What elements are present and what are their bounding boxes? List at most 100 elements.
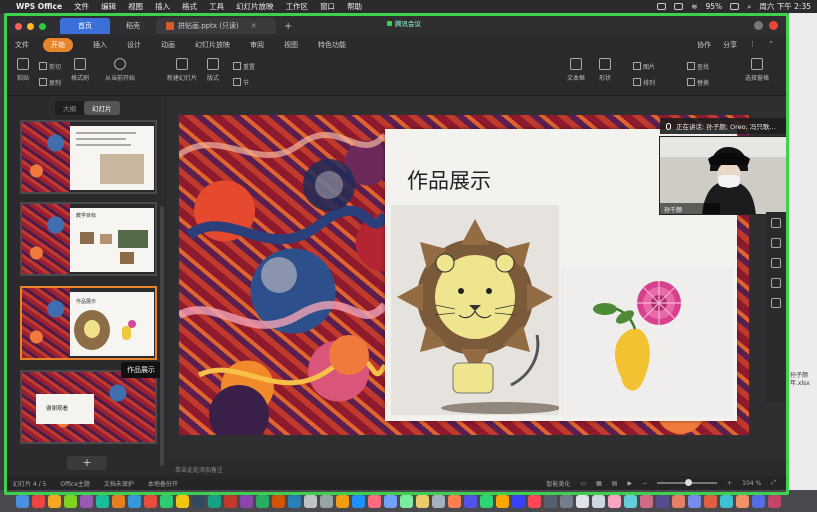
slide-thumbnail-4[interactable]: 4 谢谢观看 — [20, 370, 157, 444]
notes-pane[interactable]: 单击此处添加备注 — [167, 461, 786, 476]
play-slideshow-icon[interactable]: ▶ — [627, 480, 632, 487]
close-window-button[interactable] — [15, 22, 22, 30]
dock-bilibili-icon[interactable] — [672, 494, 685, 508]
meeting-icon[interactable] — [674, 3, 684, 10]
dock-taobao-icon[interactable] — [640, 494, 653, 508]
zoom-slider-handle[interactable] — [685, 479, 693, 486]
wifi-icon[interactable]: ≋ — [691, 2, 697, 11]
slide-title[interactable]: 作品展示 — [407, 165, 491, 195]
dock-podcasts-icon[interactable] — [224, 494, 237, 508]
collapse-ribbon-icon[interactable]: ⌃ — [768, 40, 774, 50]
menu-slideshow[interactable]: 幻灯片放映 — [236, 1, 274, 12]
menu-app-name[interactable]: WPS Office — [16, 2, 62, 11]
add-slide-button[interactable]: + — [67, 456, 107, 470]
dock-downloads-icon[interactable] — [752, 494, 765, 508]
dock-numbers-icon[interactable] — [432, 494, 445, 508]
clock[interactable]: 周六 下午 2:35 — [759, 1, 811, 12]
panel-scrollbar[interactable] — [160, 206, 164, 466]
dock-wechat-icon[interactable] — [320, 494, 333, 508]
selection-pane-button[interactable]: 选择窗格 — [745, 58, 769, 82]
format-painter-button[interactable]: 格式刷 — [71, 58, 89, 82]
dock-calendar-icon[interactable] — [96, 494, 109, 508]
dock-dingtalk-icon[interactable] — [576, 494, 589, 508]
picture-button[interactable]: 图片 — [633, 62, 655, 71]
zoom-slider[interactable] — [657, 479, 718, 486]
dock-qq-icon[interactable] — [336, 494, 349, 508]
dock-wps-icon[interactable] — [304, 494, 317, 508]
slide-thumbnail-2[interactable]: 2 教学目标 — [20, 202, 157, 276]
dock-contacts-icon[interactable] — [80, 494, 93, 508]
dock-finder-icon[interactable] — [16, 494, 29, 508]
play-from-current-button[interactable]: 从当前开始 — [105, 58, 135, 82]
dock-spotify-icon[interactable] — [560, 494, 573, 508]
close-tab-icon[interactable]: ✕ — [251, 22, 257, 30]
more-options-icon[interactable]: ⋮ — [749, 40, 756, 50]
tab-review[interactable]: 审阅 — [250, 40, 264, 50]
dock-notes-icon[interactable] — [112, 494, 125, 508]
account-avatar-icon[interactable] — [769, 21, 778, 30]
dock-mail-icon[interactable] — [64, 494, 77, 508]
normal-view-icon[interactable]: ▭ — [580, 480, 586, 487]
textbox-button[interactable]: 文本框 — [567, 58, 585, 82]
fit-window-icon[interactable]: ⤢ — [771, 479, 776, 487]
outline-tab[interactable]: 大纲 — [55, 101, 84, 115]
section-button[interactable]: 节 — [233, 78, 249, 87]
smart-beautify-button[interactable]: 智能美化 — [546, 479, 570, 488]
dock-weibo-icon[interactable] — [624, 494, 637, 508]
dock-trash-icon[interactable] — [736, 494, 749, 508]
tab-start[interactable]: 开始 — [43, 38, 73, 52]
new-slide-button[interactable]: 新建幻灯片 — [167, 58, 197, 82]
tab-design[interactable]: 设计 — [127, 40, 141, 50]
slide-thumbnail-3[interactable]: 3 作品展示 — [20, 286, 157, 360]
dock-photos-icon[interactable] — [160, 494, 173, 508]
lion-artwork-photo[interactable] — [391, 205, 559, 415]
zoom-in-icon[interactable]: + — [727, 480, 732, 487]
dock-tv-icon[interactable] — [240, 494, 253, 508]
menu-workspace[interactable]: 工作区 — [286, 1, 309, 12]
side-tool-object-icon[interactable] — [771, 218, 781, 228]
share-button[interactable]: 分享 — [723, 40, 737, 50]
menu-help[interactable]: 帮助 — [347, 1, 362, 12]
tab-home[interactable]: 首页 — [60, 18, 110, 34]
dock-slack-icon[interactable] — [480, 494, 493, 508]
dock-netease-icon[interactable] — [608, 494, 621, 508]
dock-zoom-icon[interactable] — [496, 494, 509, 508]
menu-file[interactable]: 文件 — [74, 1, 89, 12]
tab-insert[interactable]: 插入 — [93, 40, 107, 50]
zoom-window-button[interactable] — [39, 22, 46, 30]
window-menu-icon[interactable] — [754, 21, 763, 30]
dock-safari-icon[interactable] — [48, 494, 61, 508]
dock-vscode-icon[interactable] — [544, 494, 557, 508]
side-tool-settings-icon[interactable] — [771, 298, 781, 308]
slide-thumbnail-1[interactable]: 1 — [20, 120, 157, 194]
dock-alipay-icon[interactable] — [656, 494, 669, 508]
tab-document[interactable]: 拼贴画.pptx (只读) ✕ — [156, 18, 276, 34]
zoom-level[interactable]: 104 % — [742, 480, 761, 487]
dock-xcode-icon[interactable] — [464, 494, 477, 508]
shape-button[interactable]: 形状 — [599, 58, 611, 82]
menu-format[interactable]: 格式 — [182, 1, 197, 12]
dock-maps-icon[interactable] — [144, 494, 157, 508]
battery-icon[interactable] — [730, 3, 740, 10]
cut-button[interactable]: 剪切 — [39, 62, 61, 71]
screen-share-icon[interactable] — [657, 3, 667, 10]
tab-animation[interactable]: 动画 — [161, 40, 175, 50]
side-tool-transition-icon[interactable] — [771, 278, 781, 288]
menu-insert[interactable]: 插入 — [155, 1, 170, 12]
meeting-indicator[interactable]: 腾讯会议 — [387, 18, 421, 28]
side-tool-animation-icon[interactable] — [771, 258, 781, 268]
dock-music-icon[interactable] — [208, 494, 221, 508]
find-button[interactable]: 查找 — [687, 62, 709, 71]
dock-keynote-icon[interactable] — [448, 494, 461, 508]
sorter-view-icon[interactable]: ▦ — [596, 480, 602, 487]
dock-meeting-icon[interactable] — [352, 494, 365, 508]
collaborate-button[interactable]: 协作 — [697, 40, 711, 50]
tab-special-features[interactable]: 特色功能 — [318, 40, 346, 50]
dock-launchpad-icon[interactable] — [32, 494, 45, 508]
replace-button[interactable]: 替换 — [687, 78, 709, 87]
side-tool-style-icon[interactable] — [771, 238, 781, 248]
reset-button[interactable]: 重置 — [233, 62, 255, 71]
dock-pages-icon[interactable] — [416, 494, 429, 508]
dock-terminal-icon[interactable] — [384, 494, 397, 508]
local-backup-status[interactable]: 本地备份开 — [148, 479, 178, 488]
